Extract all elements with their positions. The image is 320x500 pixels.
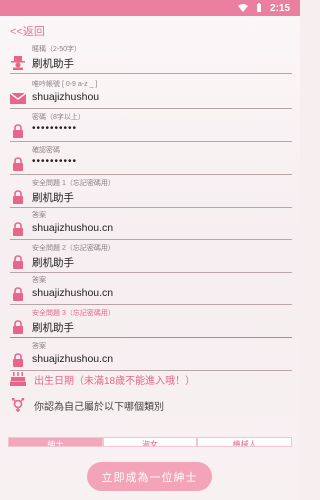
gender-prompt-text: 你認為自己屬於以下哪個類別 bbox=[34, 401, 164, 413]
password-field[interactable]: 密碼（8字以上） •••••••••• bbox=[10, 112, 292, 142]
answer-2-label: 答案 bbox=[32, 277, 46, 284]
security-question-2-label: 安全問題 2（忘記密碼用） bbox=[32, 245, 115, 252]
status-bar: 2:15 bbox=[0, 0, 300, 16]
wifi-icon bbox=[237, 4, 248, 12]
registration-page: <<返回 暱稱（2-50字） 刷机助手 唯吟帳號 [ 0-9 a-z _ ] s… bbox=[0, 16, 300, 500]
answer-1-field[interactable]: 答案 shuajizhushou.cn bbox=[10, 210, 292, 240]
nickname-value: 刷机助手 bbox=[32, 58, 74, 70]
security-question-3-label: 安全問題 3（忘記密碼用） bbox=[32, 310, 115, 317]
lock-icon bbox=[13, 157, 23, 171]
submit-button[interactable]: 立即成為一位紳士 bbox=[87, 462, 212, 491]
answer-1-label: 答案 bbox=[32, 212, 46, 219]
back-link[interactable]: <<返回 bbox=[10, 23, 45, 39]
gender-prompt: 你認為自己屬於以下哪個類別 bbox=[10, 396, 164, 414]
answer-3-label: 答案 bbox=[32, 343, 46, 350]
lock-icon bbox=[13, 287, 23, 301]
lock-icon bbox=[13, 255, 23, 269]
envelope-icon bbox=[10, 92, 26, 104]
lock-icon bbox=[13, 222, 23, 236]
nickname-label: 暱稱（2-50字） bbox=[32, 46, 82, 53]
password-label: 密碼（8字以上） bbox=[32, 114, 85, 121]
security-question-1-label: 安全問題 1（忘記密碼用） bbox=[32, 180, 115, 187]
answer-2-value: shuajizhushou.cn bbox=[32, 287, 114, 299]
security-question-2-field[interactable]: 安全問題 2（忘記密碼用） 刷机助手 bbox=[10, 243, 292, 273]
gender-option-robot[interactable]: 機械人 bbox=[197, 437, 292, 447]
gentleman-icon bbox=[11, 56, 25, 70]
confirm-password-value: •••••••••• bbox=[32, 156, 78, 167]
clock: 2:15 bbox=[269, 2, 290, 14]
password-value: •••••••••• bbox=[32, 123, 78, 134]
cake-icon bbox=[10, 372, 26, 386]
answer-2-field[interactable]: 答案 shuajizhushou.cn bbox=[10, 275, 292, 305]
answer-1-value: shuajizhushou.cn bbox=[32, 222, 114, 234]
account-label: 唯吟帳號 [ 0-9 a-z _ ] bbox=[32, 81, 98, 88]
gender-option-lady[interactable]: 淑女 bbox=[102, 437, 198, 447]
account-field[interactable]: 唯吟帳號 [ 0-9 a-z _ ] shuajizhushou bbox=[10, 79, 292, 109]
gender-option-gentleman[interactable]: 紳士 bbox=[8, 437, 103, 447]
birthday-field[interactable]: 出生日期（未滿18歲不能進入哦！） bbox=[10, 370, 195, 388]
security-question-1-value: 刷机助手 bbox=[32, 192, 74, 204]
lock-icon bbox=[13, 124, 23, 138]
gender-selector[interactable]: 紳士 淑女 機械人 bbox=[8, 437, 292, 447]
lock-icon bbox=[13, 353, 23, 367]
lock-icon bbox=[13, 320, 23, 334]
security-question-2-value: 刷机助手 bbox=[32, 257, 74, 269]
birthday-label: 出生日期（未滿18歲不能進入哦！） bbox=[34, 375, 196, 387]
confirm-password-field[interactable]: 確認密碼 •••••••••• bbox=[10, 145, 292, 175]
lock-icon bbox=[13, 190, 23, 204]
security-question-1-field[interactable]: 安全問題 1（忘記密碼用） 刷机助手 bbox=[10, 178, 292, 208]
nickname-field[interactable]: 暱稱（2-50字） 刷机助手 bbox=[10, 44, 292, 74]
battery-icon bbox=[256, 3, 261, 12]
answer-3-value: shuajizhushou.cn bbox=[32, 353, 114, 365]
security-question-3-value: 刷机助手 bbox=[32, 322, 74, 334]
account-value: shuajizhushou bbox=[32, 91, 100, 103]
security-question-3-field[interactable]: 安全問題 3（忘記密碼用） 刷机助手 bbox=[10, 308, 292, 338]
answer-3-field[interactable]: 答案 shuajizhushou.cn bbox=[10, 341, 292, 371]
gender-icon bbox=[11, 398, 25, 412]
confirm-password-label: 確認密碼 bbox=[32, 147, 60, 154]
